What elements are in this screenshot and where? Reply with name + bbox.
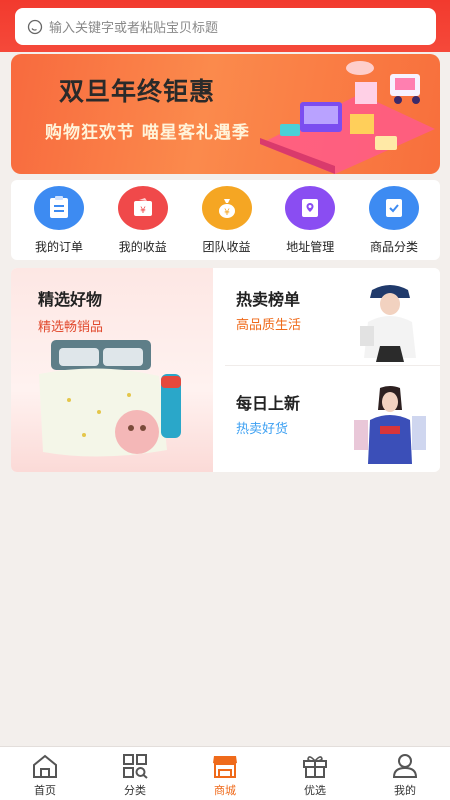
menu-label: 我的订单 — [34, 240, 83, 254]
team-income-icon: ¥ — [201, 186, 252, 230]
menu-item-team-income[interactable]: ¥ 团队收益 — [187, 186, 267, 260]
bedding-product-image — [39, 340, 181, 457]
menu-item-address[interactable]: 地址管理 — [270, 186, 350, 260]
category-icon — [369, 186, 419, 230]
tab-label: 我的 — [394, 784, 416, 797]
tab-mine[interactable]: 我的 — [360, 747, 450, 800]
search-input[interactable]: 输入关键字或者粘贴宝贝标题 — [15, 8, 436, 45]
tab-label: 商城 — [214, 784, 236, 797]
menu-label: 我的收益 — [118, 240, 167, 254]
menu-item-category[interactable]: 商品分类 — [354, 186, 434, 260]
featured-subtitle: 精选畅销品 — [38, 320, 104, 335]
tab-preferred[interactable]: 优选 — [270, 747, 360, 800]
menu-label: 商品分类 — [369, 240, 418, 254]
top-bar: 输入关键字或者粘贴宝贝标题 — [0, 0, 450, 52]
home-icon — [33, 754, 57, 778]
featured-goods-card[interactable]: 精选好物 精选畅销品 — [11, 268, 213, 472]
menu-label: 地址管理 — [286, 240, 335, 254]
gift-icon — [303, 756, 327, 778]
promo-section: 精选好物 精选畅销品 热卖榜单 高品质生活 每日上新 热卖好货 — [11, 268, 440, 472]
search-placeholder: 输入关键字或者粘贴宝贝标题 — [49, 21, 219, 36]
income-icon: ¥ — [117, 186, 168, 230]
quick-menu: 我的订单 ¥ 我的收益 ¥ 团队收益 地址管理 商品分类 — [11, 180, 440, 260]
banner-title: 双旦年终钜惠 — [59, 77, 216, 106]
shopping-illustration — [260, 61, 435, 174]
banner-subtitle: 购物狂欢节 喵星客礼遇季 — [45, 123, 250, 143]
bottom-tab-bar: 首页 分类 商城 优选 我的 — [0, 746, 450, 800]
tab-label: 优选 — [304, 784, 326, 797]
svg-text:¥: ¥ — [140, 206, 146, 216]
address-icon — [285, 186, 336, 230]
tab-home[interactable]: 首页 — [0, 747, 90, 800]
hot-list-title: 热卖榜单 — [236, 290, 301, 309]
svg-text:¥: ¥ — [224, 208, 230, 218]
search-icon — [27, 19, 43, 34]
daily-new-title: 每日上新 — [236, 394, 301, 413]
featured-title: 精选好物 — [38, 290, 103, 309]
hot-list-subtitle: 高品质生活 — [236, 318, 302, 333]
order-icon — [34, 186, 84, 230]
menu-item-orders[interactable]: 我的订单 — [19, 186, 99, 260]
tab-label: 分类 — [124, 784, 146, 797]
menu-label: 团队收益 — [202, 240, 251, 254]
clothing-model-image — [354, 386, 426, 464]
daily-new-card[interactable]: 每日上新 热卖好货 — [225, 372, 440, 470]
daily-new-subtitle: 热卖好货 — [236, 422, 289, 437]
user-icon — [392, 754, 418, 778]
fashion-model-image — [360, 285, 416, 362]
tab-label: 首页 — [34, 784, 56, 797]
grid-search-icon — [123, 754, 148, 779]
menu-item-income[interactable]: ¥ 我的收益 — [103, 186, 183, 260]
promo-banner[interactable]: 双旦年终钜惠 购物狂欢节 喵星客礼遇季 — [11, 54, 440, 174]
store-icon — [213, 756, 237, 778]
hot-list-card[interactable]: 热卖榜单 高品质生活 — [225, 268, 440, 366]
tab-store[interactable]: 商城 — [180, 747, 270, 800]
tab-category[interactable]: 分类 — [90, 747, 180, 800]
